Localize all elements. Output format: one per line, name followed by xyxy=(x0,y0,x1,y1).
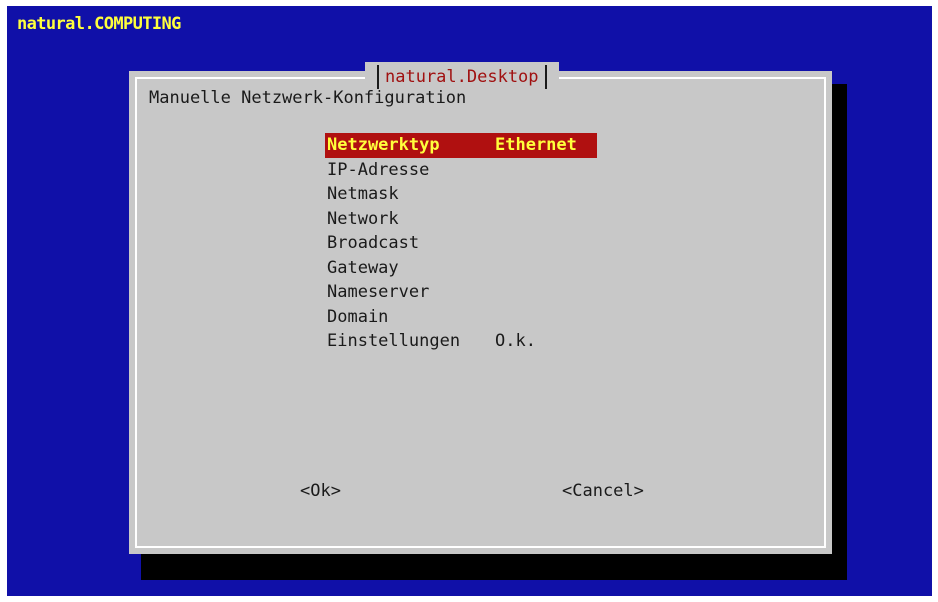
menu-item-netzwerktyp[interactable]: Netzwerktyp Ethernet xyxy=(325,133,597,158)
menu-item-broadcast[interactable]: Broadcast xyxy=(325,231,597,256)
menu-item-netmask[interactable]: Netmask xyxy=(325,182,597,207)
menu-item-network[interactable]: Network xyxy=(325,207,597,232)
menu-item-label: Netmask xyxy=(327,184,399,205)
menu-item-label: Nameserver xyxy=(327,282,430,303)
menu-item-label: Gateway xyxy=(327,257,399,278)
menu-item-ip-adresse[interactable]: IP-Adresse xyxy=(325,158,597,183)
network-menu: Netzwerktyp Ethernet IP-Adresse Netmask … xyxy=(325,133,597,354)
menu-item-label: Domain xyxy=(327,306,389,327)
menu-item-domain[interactable]: Domain xyxy=(325,305,597,330)
menu-item-label: Broadcast xyxy=(327,233,420,254)
dialog-title: natural.Desktop xyxy=(385,67,539,87)
ok-button[interactable]: <Ok> xyxy=(300,481,341,501)
title-left-bar xyxy=(377,65,379,89)
cancel-button[interactable]: <Cancel> xyxy=(562,481,644,501)
menu-item-label: Network xyxy=(327,208,399,229)
menu-item-value: Ethernet xyxy=(495,135,577,156)
title-right-bar xyxy=(544,65,547,89)
console-title: natural.COMPUTING xyxy=(17,14,181,34)
network-config-dialog: natural.Desktop Manuelle Netzwerk-Konfig… xyxy=(129,62,832,554)
menu-item-nameserver[interactable]: Nameserver xyxy=(325,280,597,305)
dialog-subtitle: Manuelle Netzwerk-Konfiguration xyxy=(149,88,467,108)
screen: natural.COMPUTING natural.Desktop Manuel… xyxy=(0,0,938,602)
menu-item-gateway[interactable]: Gateway xyxy=(325,256,597,281)
menu-item-einstellungen[interactable]: Einstellungen O.k. xyxy=(325,329,597,354)
menu-item-value: O.k. xyxy=(495,331,536,352)
menu-item-label: Einstellungen xyxy=(327,331,461,352)
menu-item-label: Netzwerktyp xyxy=(327,135,440,156)
menu-item-label: IP-Adresse xyxy=(327,159,430,180)
